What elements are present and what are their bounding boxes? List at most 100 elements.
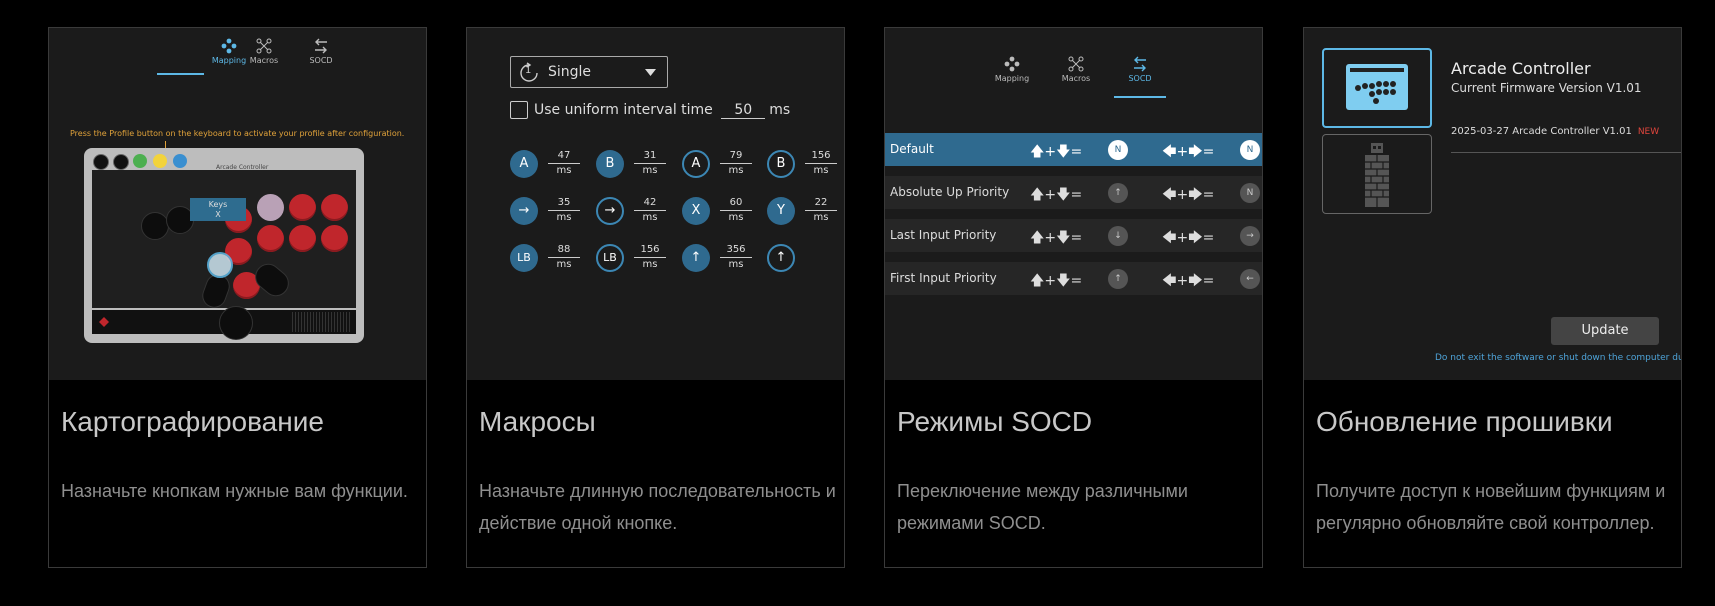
divider <box>1451 152 1681 153</box>
card-description: Переключение между различными режимами S… <box>897 481 1188 533</box>
speaker-grille <box>292 312 352 332</box>
controller-buttons-icon <box>1355 81 1396 104</box>
socd-mode-row[interactable]: Last Input Priority 🡅+🡇= ↓ 🡄+🡆= → <box>885 219 1262 252</box>
firmware-release-text: 2025-03-27 Arcade Controller V1.01 <box>1451 126 1632 137</box>
socd-mode-row[interactable]: Default 🡅+🡇= N 🡄+🡆= N <box>885 133 1262 166</box>
current-firmware-version: Current Firmware Version V1.01 <box>1451 81 1642 95</box>
tab-mapping-label: Mapping <box>994 74 1030 83</box>
thumb-button-bottom[interactable] <box>219 306 253 340</box>
socd-mode-label: Last Input Priority <box>890 228 997 242</box>
macro-delay-value: 31 <box>634 150 666 164</box>
macro-mode-select[interactable]: 1 Single <box>510 56 668 88</box>
uniform-interval-label: Use uniform interval time <box>534 102 713 118</box>
macro-key-button[interactable]: A <box>682 150 710 178</box>
interval-input[interactable]: 50 <box>721 102 766 119</box>
socd-icon <box>315 38 327 54</box>
tab-active-indicator <box>157 73 204 75</box>
selected-button-marker[interactable] <box>207 252 233 278</box>
vertical-result: ↓ <box>1108 226 1128 246</box>
tab-mapping[interactable]: Mapping <box>987 56 1037 83</box>
macro-key-button[interactable]: → <box>510 197 538 225</box>
top-button-1[interactable] <box>93 154 109 170</box>
tab-socd-label: SOCD <box>1128 74 1152 83</box>
macro-mode-value: Single <box>548 64 592 80</box>
face-button-red[interactable] <box>257 225 284 252</box>
macro-delay-unit: ms <box>556 259 572 270</box>
top-button-green[interactable] <box>133 154 147 168</box>
face-button-left[interactable] <box>141 212 169 240</box>
face-button-red[interactable] <box>321 194 348 221</box>
macro-key-button[interactable]: B <box>596 150 624 178</box>
macro-delay-value: 47 <box>548 150 580 164</box>
macro-delay[interactable]: 47 ms <box>548 150 580 177</box>
vertical-result: N <box>1108 140 1128 160</box>
macro-key-button[interactable]: Y <box>767 197 795 225</box>
socd-mode-label: Absolute Up Priority <box>890 185 1010 199</box>
macro-delay-unit: ms <box>813 165 829 176</box>
horizontal-result: ← <box>1240 269 1260 289</box>
uniform-interval-checkbox[interactable] <box>510 101 528 119</box>
macro-delay-unit: ms <box>642 212 658 223</box>
socd-mode-row[interactable]: First Input Priority 🡅+🡇= ↑ 🡄+🡆= ← <box>885 262 1262 295</box>
card-title: Режимы SOCD <box>897 406 1093 437</box>
keys-tooltip-value: X <box>215 210 221 219</box>
top-button-yellow[interactable] <box>153 154 167 168</box>
vertical-result: ↑ <box>1108 183 1128 203</box>
device-thumb-dongle[interactable] <box>1322 134 1432 214</box>
macro-delay[interactable]: 22 ms <box>805 197 837 224</box>
device-thumb-controller[interactable] <box>1322 48 1432 128</box>
tab-macros[interactable]: Macros <box>239 38 289 65</box>
macro-key-button[interactable]: LB <box>510 244 538 272</box>
socd-screenshot: Mapping Macros SOCD Default 🡅+🡇= N 🡄+🡆= N Abs… <box>885 28 1262 380</box>
macro-delay[interactable]: 31 ms <box>634 150 666 177</box>
macro-delay[interactable]: 156 ms <box>805 150 837 177</box>
macro-delay[interactable]: 79 ms <box>720 150 752 177</box>
tab-socd[interactable]: SOCD <box>1115 56 1165 83</box>
macro-delay-unit: ms <box>556 165 572 176</box>
face-button-red[interactable] <box>289 194 316 221</box>
macro-delay[interactable]: 42 ms <box>634 197 666 224</box>
macro-key-button[interactable]: ↑ <box>682 244 710 272</box>
macro-delay[interactable]: 156 ms <box>634 244 666 271</box>
macro-delay[interactable]: 88 ms <box>548 244 580 271</box>
macro-delay-value: 88 <box>548 244 580 258</box>
macro-key-button[interactable]: A <box>510 150 538 178</box>
macro-delay[interactable]: 35 ms <box>548 197 580 224</box>
top-button-blue[interactable] <box>173 154 187 168</box>
macro-key-button[interactable]: → <box>596 197 624 225</box>
horizontal-result: → <box>1240 226 1260 246</box>
vertical-combo-icon: 🡅+🡇= <box>1030 273 1083 289</box>
macro-key-button[interactable]: LB <box>596 244 624 272</box>
dongle-icon <box>1365 143 1389 207</box>
horizontal-combo-icon: 🡄+🡆= <box>1162 230 1215 246</box>
macro-delay-unit: ms <box>728 165 744 176</box>
card-title: Картографирование <box>61 406 324 437</box>
macro-delay-value: 22 <box>805 197 837 211</box>
tab-socd[interactable]: SOCD <box>296 38 346 65</box>
card-macros: 1 Single Use uniform interval time 50 ms … <box>466 27 845 568</box>
macro-delay-value: 156 <box>805 150 837 164</box>
socd-mode-row[interactable]: Absolute Up Priority 🡅+🡇= ↑ 🡄+🡆= N <box>885 176 1262 209</box>
tab-macros[interactable]: Macros <box>1051 56 1101 83</box>
vertical-combo-icon: 🡅+🡇= <box>1030 187 1083 203</box>
top-button-2[interactable] <box>113 154 129 170</box>
macro-key-button[interactable]: ↑ <box>767 244 795 272</box>
update-button[interactable]: Update <box>1551 317 1659 345</box>
face-button-red[interactable] <box>321 225 348 252</box>
update-warning: Do not exit the software or shut down th… <box>1435 353 1681 363</box>
face-button-red[interactable] <box>289 225 316 252</box>
macro-key-button[interactable]: X <box>682 197 710 225</box>
macro-key-button[interactable]: B <box>767 150 795 178</box>
socd-mode-label: First Input Priority <box>890 271 997 285</box>
face-button-highlight[interactable] <box>257 194 284 221</box>
macro-delay-unit: ms <box>728 259 744 270</box>
tab-macros-label: Macros <box>1061 74 1091 83</box>
card-socd: Mapping Macros SOCD Default 🡅+🡇= N 🡄+🡆= N Abs… <box>884 27 1263 568</box>
macro-delay[interactable]: 356 ms <box>720 244 752 271</box>
horizontal-combo-icon: 🡄+🡆= <box>1162 144 1215 160</box>
macro-delay[interactable]: 60 ms <box>720 197 752 224</box>
macro-delay-unit: ms <box>728 212 744 223</box>
macro-delay-value: 35 <box>548 197 580 211</box>
profile-hint: Press the Profile button on the keyboard… <box>70 129 405 138</box>
card-description: Получите доступ к новейшим функциям и ре… <box>1316 481 1666 533</box>
